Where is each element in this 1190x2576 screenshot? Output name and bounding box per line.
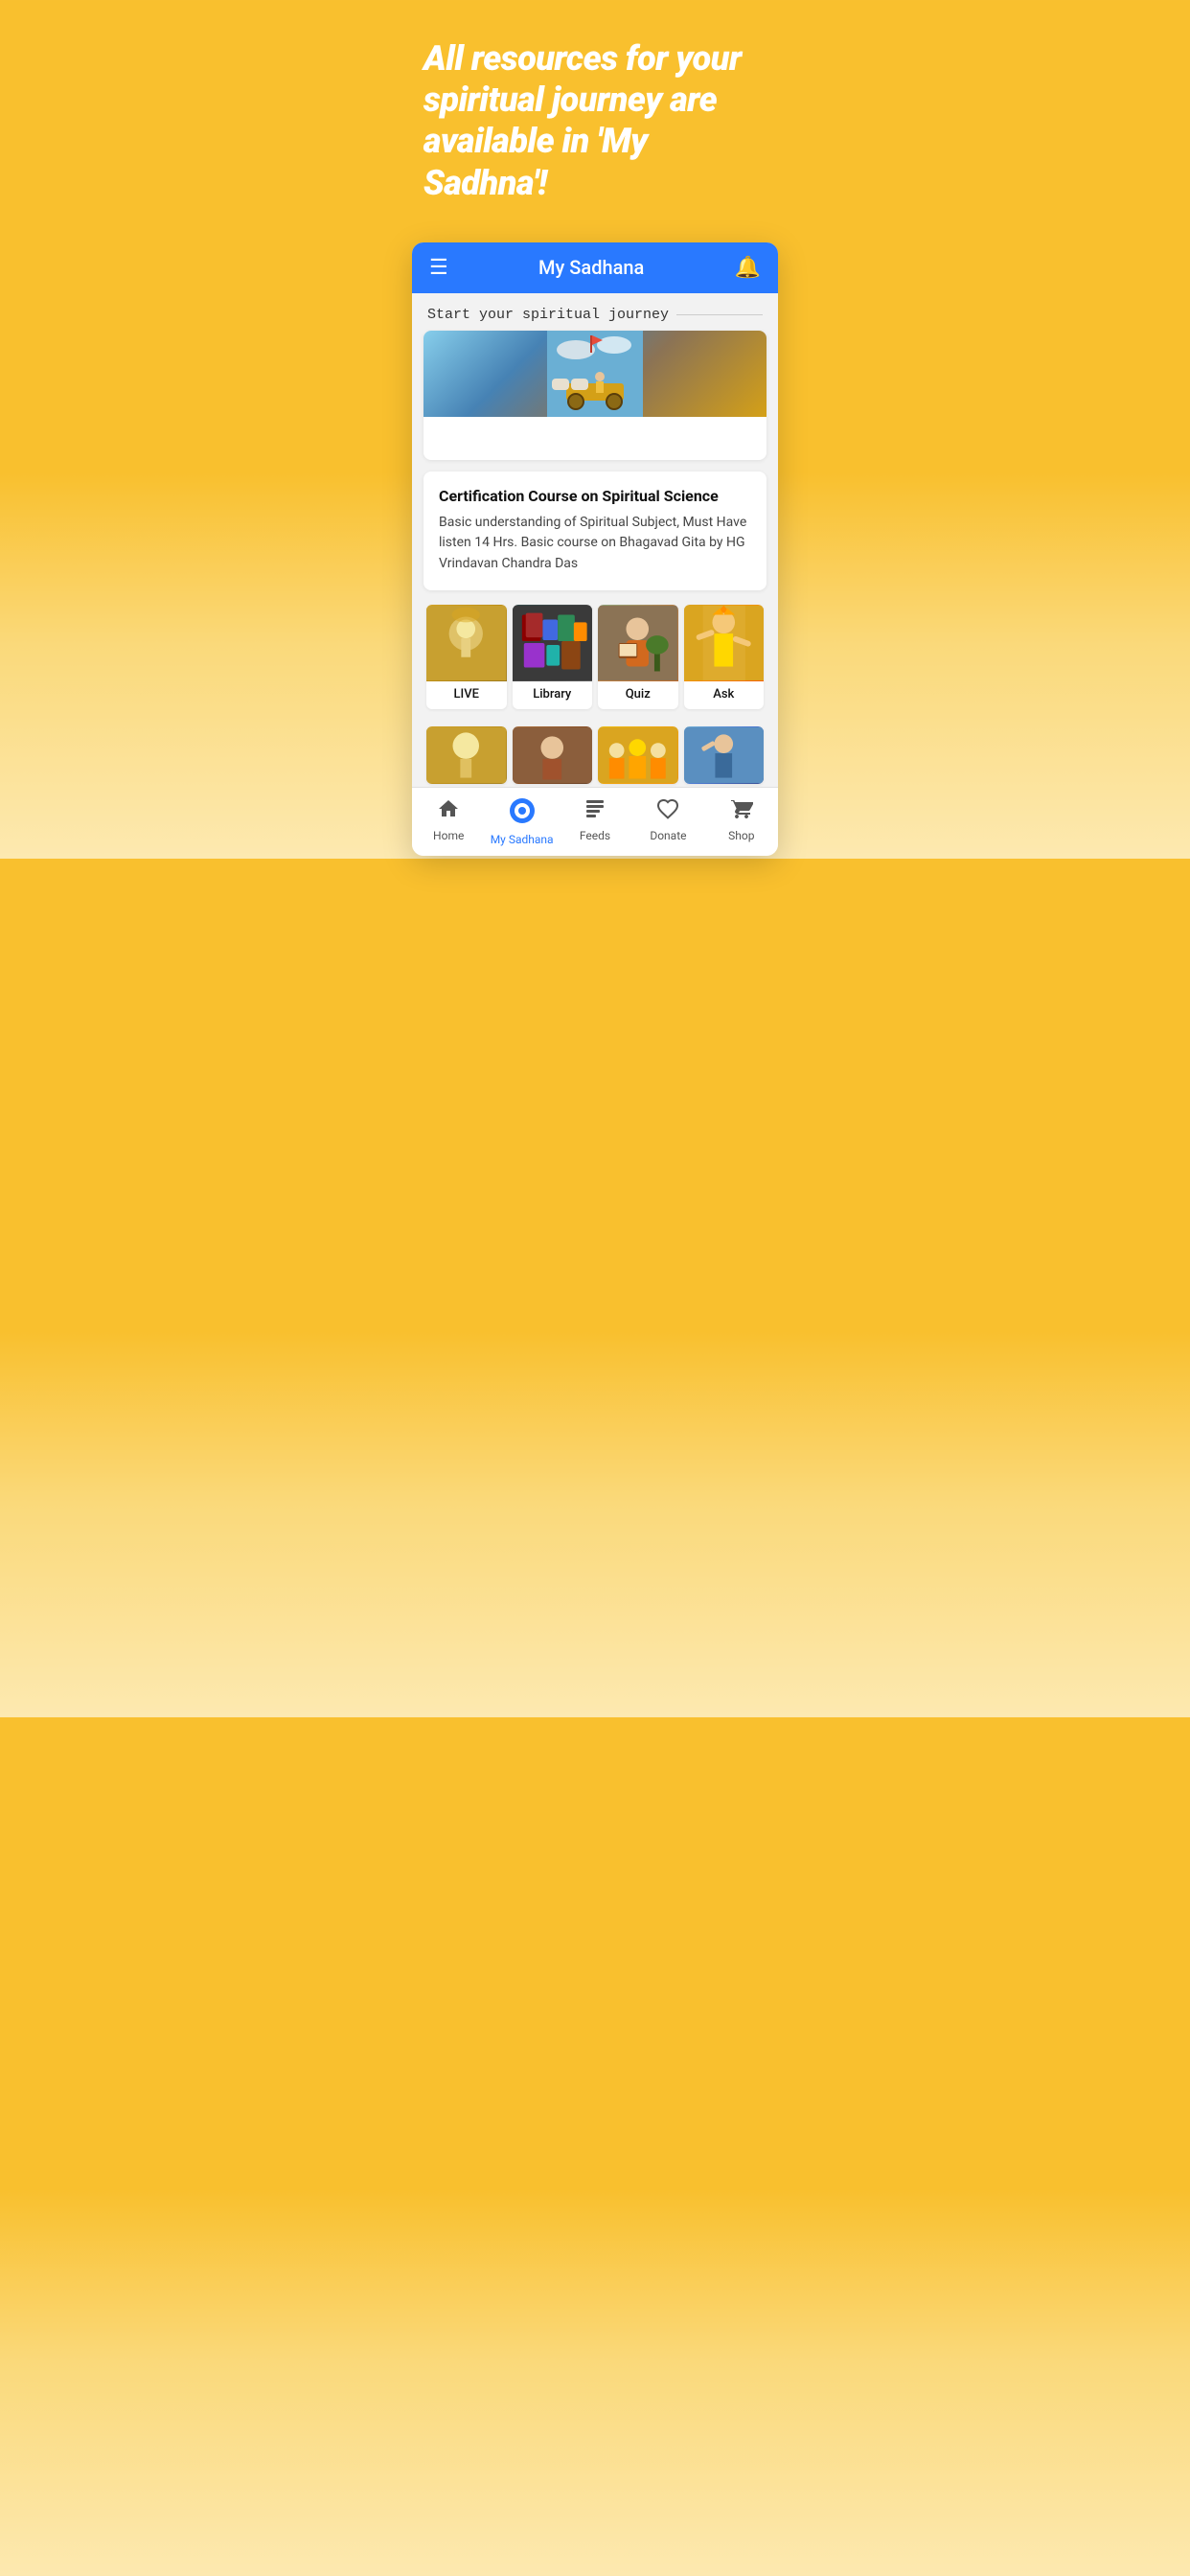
grid-item-library[interactable]: Library bbox=[513, 605, 593, 709]
top-bar: ☰ My Sadhana 🔔 bbox=[412, 242, 778, 293]
info-card[interactable]: Certification Course on Spiritual Scienc… bbox=[423, 472, 767, 590]
main-content: Start your spiritual journey bbox=[412, 293, 778, 787]
ask-svg bbox=[684, 605, 765, 681]
row2-svg-1 bbox=[426, 726, 507, 784]
section-label: Start your spiritual journey bbox=[412, 293, 778, 331]
feeds-svg bbox=[584, 797, 606, 820]
hero-title: All resources for your spiritual journey… bbox=[423, 38, 767, 204]
home-svg bbox=[437, 797, 460, 820]
nav-donate[interactable]: Donate bbox=[631, 788, 704, 856]
live-svg bbox=[426, 605, 507, 681]
sadhana-svg bbox=[509, 797, 536, 824]
hero-section: All resources for your spiritual journey… bbox=[397, 0, 793, 223]
info-card-title: Certification Course on Spiritual Scienc… bbox=[439, 487, 751, 505]
icon-grid: LIVE bbox=[423, 602, 767, 712]
quiz-svg bbox=[598, 605, 678, 681]
row2-svg-2 bbox=[513, 726, 593, 784]
nav-feeds-label: Feeds bbox=[580, 829, 610, 842]
shop-icon bbox=[730, 797, 753, 826]
app-title: My Sadhana bbox=[538, 256, 644, 279]
nav-donate-label: Donate bbox=[650, 829, 686, 842]
nav-shop[interactable]: Shop bbox=[705, 788, 778, 856]
nav-home[interactable]: Home bbox=[412, 788, 485, 856]
library-label: Library bbox=[529, 681, 575, 709]
ask-image bbox=[684, 605, 765, 681]
shop-svg bbox=[730, 797, 753, 820]
donate-svg bbox=[656, 797, 679, 820]
nav-my-sadhana[interactable]: My Sadhana bbox=[485, 788, 558, 856]
row2-svg-3 bbox=[598, 726, 678, 784]
featured-card[interactable]: Bhagavad Gita Foundation course Hindi bbox=[423, 331, 767, 460]
row2-svg-4 bbox=[684, 726, 765, 784]
chariot-svg bbox=[547, 331, 643, 417]
nav-shop-label: Shop bbox=[728, 829, 754, 842]
info-card-description: Basic understanding of Spiritual Subject… bbox=[439, 513, 751, 575]
nav-home-label: Home bbox=[433, 829, 464, 842]
live-label: LIVE bbox=[450, 681, 483, 709]
feeds-icon bbox=[584, 797, 606, 826]
live-image bbox=[426, 605, 507, 681]
row2-image-4 bbox=[684, 726, 765, 784]
nav-my-sadhana-label: My Sadhana bbox=[491, 833, 554, 846]
grid-item-row2-4[interactable] bbox=[684, 726, 765, 784]
hamburger-icon[interactable]: ☰ bbox=[429, 256, 448, 280]
quiz-label: Quiz bbox=[622, 681, 654, 709]
my-sadhana-icon bbox=[509, 797, 536, 830]
grid-item-row2-1[interactable] bbox=[426, 726, 507, 784]
row2-image-2 bbox=[513, 726, 593, 784]
krishna-chariot-image bbox=[423, 331, 767, 417]
bell-icon[interactable]: 🔔 bbox=[735, 256, 761, 280]
quiz-image bbox=[598, 605, 678, 681]
grid-item-row2-2[interactable] bbox=[513, 726, 593, 784]
nav-feeds[interactable]: Feeds bbox=[559, 788, 631, 856]
ask-label: Ask bbox=[709, 681, 738, 709]
icon-grid-row2 bbox=[423, 724, 767, 787]
grid-item-ask[interactable]: Ask bbox=[684, 605, 765, 709]
grid-item-live[interactable]: LIVE bbox=[426, 605, 507, 709]
row2-image-3 bbox=[598, 726, 678, 784]
library-svg bbox=[513, 605, 593, 681]
donate-icon bbox=[656, 797, 679, 826]
library-image bbox=[513, 605, 593, 681]
home-icon bbox=[437, 797, 460, 826]
phone-mockup: ☰ My Sadhana 🔔 Start your spiritual jour… bbox=[412, 242, 778, 856]
grid-item-row2-3[interactable] bbox=[598, 726, 678, 784]
row2-image-1 bbox=[426, 726, 507, 784]
grid-item-quiz[interactable]: Quiz bbox=[598, 605, 678, 709]
bottom-navigation: Home My Sadhana Feeds bbox=[412, 787, 778, 856]
